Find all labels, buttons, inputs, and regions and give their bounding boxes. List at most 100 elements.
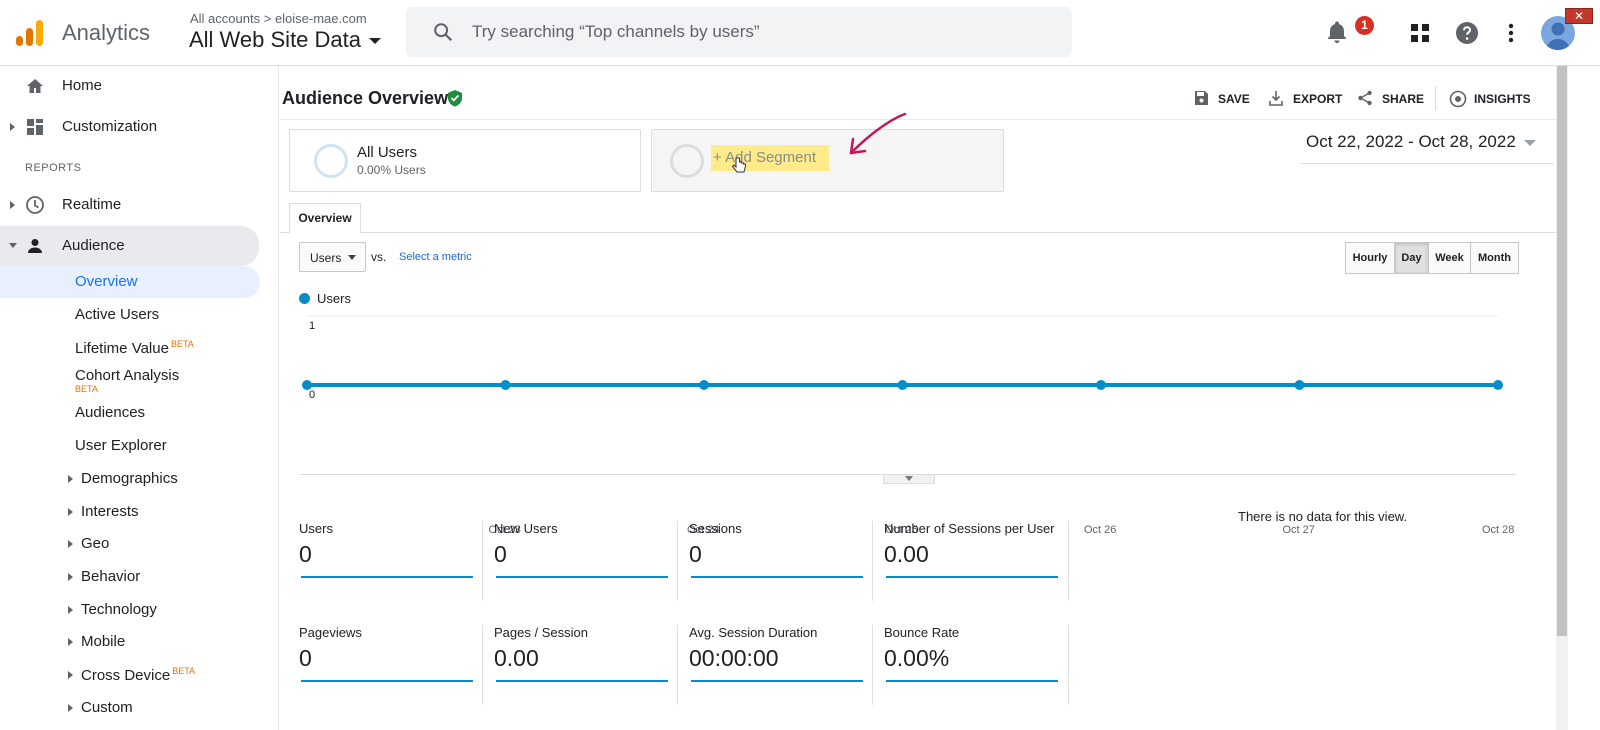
data-point[interactable]: [1294, 380, 1305, 390]
scorecard-divider: [872, 521, 873, 601]
analytics-logo-icon[interactable]: [14, 18, 46, 48]
scorecard-value: 0.00: [494, 645, 539, 671]
scorecard-divider: [1068, 625, 1069, 705]
granularity-week[interactable]: Week: [1428, 242, 1471, 274]
share-button[interactable]: SHARE: [1356, 90, 1424, 108]
expand-arrow-icon: [68, 606, 73, 614]
scorecard-new-users[interactable]: New Users 0: [494, 521, 679, 606]
insights-button[interactable]: INSIGHTS: [1448, 90, 1531, 108]
sidebar-item-label: Demographics: [81, 470, 178, 487]
scorecard-sparkline: [301, 576, 473, 578]
breadcrumb[interactable]: All accounts > eloise-mae.com: [190, 11, 367, 26]
sidebar-item-realtime[interactable]: Realtime: [0, 187, 260, 223]
caret-down-icon: [369, 38, 382, 45]
scrollbar-thumb[interactable]: [1557, 66, 1567, 636]
expand-arrow-icon: [68, 573, 73, 581]
home-icon: [27, 79, 43, 93]
scorecard-sessions-per-user[interactable]: Number of Sessions per User 0.00: [884, 521, 1069, 606]
data-point[interactable]: [1096, 380, 1106, 390]
beta-badge: BETA: [75, 384, 98, 394]
data-point[interactable]: [897, 380, 908, 390]
app-name: Analytics: [62, 20, 151, 45]
vertical-scrollbar[interactable]: [1556, 66, 1568, 730]
sidebar-item-label: Cross Device BETA: [81, 666, 195, 684]
scorecard-pages-per-session[interactable]: Pages / Session 0.00: [494, 625, 679, 710]
scorecard-bounce-rate[interactable]: Bounce Rate 0.00%: [884, 625, 1069, 710]
segment-all-users[interactable]: All Users 0.00% Users: [289, 129, 641, 192]
help-icon[interactable]: [1452, 18, 1482, 48]
sidebar-item-geo[interactable]: Geo: [0, 528, 260, 560]
expand-arrow-icon: [10, 201, 15, 209]
data-point[interactable]: [500, 380, 511, 390]
sidebar-item-audience[interactable]: Audience: [0, 226, 259, 266]
scorecard-divider: [482, 625, 483, 705]
breadcrumb-accounts[interactable]: All accounts: [190, 11, 260, 26]
sidebar-item-active-users[interactable]: Active Users: [0, 299, 260, 331]
export-button[interactable]: EXPORT: [1267, 90, 1342, 108]
sidebar-item-mobile[interactable]: Mobile: [0, 626, 260, 658]
sidebar-item-label: Mobile: [81, 633, 126, 650]
sidebar-item-customization[interactable]: Customization: [0, 109, 260, 145]
add-segment-card[interactable]: + Add Segment: [651, 129, 1004, 192]
expand-arrow-icon: [68, 704, 73, 712]
data-point[interactable]: [699, 380, 709, 390]
data-point[interactable]: [1493, 380, 1503, 390]
expand-arrow-icon: [68, 508, 73, 516]
search-box[interactable]: [406, 7, 1072, 57]
sidebar-item-label: Geo: [81, 535, 110, 552]
sidebar-item-behavior[interactable]: Behavior: [0, 561, 260, 593]
sidebar-item-cohort-analysis[interactable]: Cohort Analysis BETA: [0, 360, 260, 396]
sidebar-item-home[interactable]: Home: [0, 68, 260, 104]
breadcrumb-separator: >: [263, 11, 272, 26]
search-input[interactable]: [472, 17, 1032, 47]
sidebar-item-overview[interactable]: Overview: [0, 266, 260, 298]
sidebar-item-label: User Explorer: [75, 437, 167, 454]
scorecard-avg-session-duration[interactable]: Avg. Session Duration 00:00:00: [689, 625, 874, 710]
sidebar-item-custom[interactable]: Custom: [0, 692, 260, 724]
sidebar-item-technology[interactable]: Technology: [0, 594, 260, 626]
scorecard-sparkline: [886, 680, 1058, 682]
apps-grid-icon[interactable]: [1405, 18, 1435, 48]
scorecard-value: 0.00: [884, 541, 929, 567]
x-tick-label: Oct 26: [1084, 524, 1116, 536]
scorecard-divider: [1068, 521, 1069, 601]
scorecard-label: Number of Sessions per User: [884, 521, 1055, 536]
caret-down-icon: [348, 255, 356, 260]
date-range-selector[interactable]: Oct 22, 2022 - Oct 28, 2022: [1306, 132, 1536, 152]
chart-expand-toggle[interactable]: [883, 475, 935, 484]
breadcrumb-account[interactable]: eloise-mae.com: [275, 11, 367, 26]
metric-select[interactable]: Users: [299, 242, 366, 272]
sidebar-item-interests[interactable]: Interests: [0, 496, 260, 528]
x-tick-label: Oct 27: [1283, 524, 1315, 536]
sidebar-item-user-explorer[interactable]: User Explorer: [0, 430, 260, 462]
sidebar-item-label: Realtime: [62, 196, 122, 213]
granularity-month[interactable]: Month: [1470, 242, 1519, 274]
metric-select-value: Users: [310, 251, 342, 265]
sidebar-item-cross-device[interactable]: Cross Device BETA: [0, 659, 260, 691]
window-close-button[interactable]: ✕: [1565, 8, 1593, 24]
more-vert-icon[interactable]: [1496, 18, 1526, 48]
scorecard-sparkline: [496, 576, 668, 578]
save-button[interactable]: SAVE: [1192, 90, 1252, 108]
sidebar-item-demographics[interactable]: Demographics: [0, 463, 260, 495]
scorecard-users[interactable]: Users 0: [299, 521, 484, 606]
scorecard-sessions[interactable]: Sessions 0: [689, 521, 874, 606]
granularity-hourly[interactable]: Hourly: [1345, 242, 1395, 274]
date-range-label: Oct 22, 2022 - Oct 28, 2022: [1306, 132, 1516, 151]
scorecard-sparkline: [886, 576, 1058, 578]
x-tick-label: Oct 28: [1482, 524, 1514, 536]
granularity-day[interactable]: Day: [1394, 242, 1429, 274]
property-view-selector[interactable]: All Web Site Data: [189, 27, 382, 53]
scorecard-label: New Users: [494, 521, 558, 536]
notifications-bell-icon[interactable]: [1322, 18, 1352, 48]
tab-overview[interactable]: Overview: [289, 203, 361, 233]
expand-arrow-icon: [68, 671, 73, 679]
section-label-reports: REPORTS: [25, 162, 82, 174]
scorecard-pageviews[interactable]: Pageviews 0: [299, 625, 484, 710]
sidebar-item-audiences[interactable]: Audiences: [0, 397, 260, 429]
sidebar-item-label: Audience: [62, 237, 125, 254]
expand-arrow-icon: [10, 123, 15, 131]
data-point[interactable]: [302, 380, 312, 390]
select-metric-link[interactable]: Select a metric: [399, 251, 472, 263]
add-segment-button[interactable]: + Add Segment: [711, 145, 829, 171]
